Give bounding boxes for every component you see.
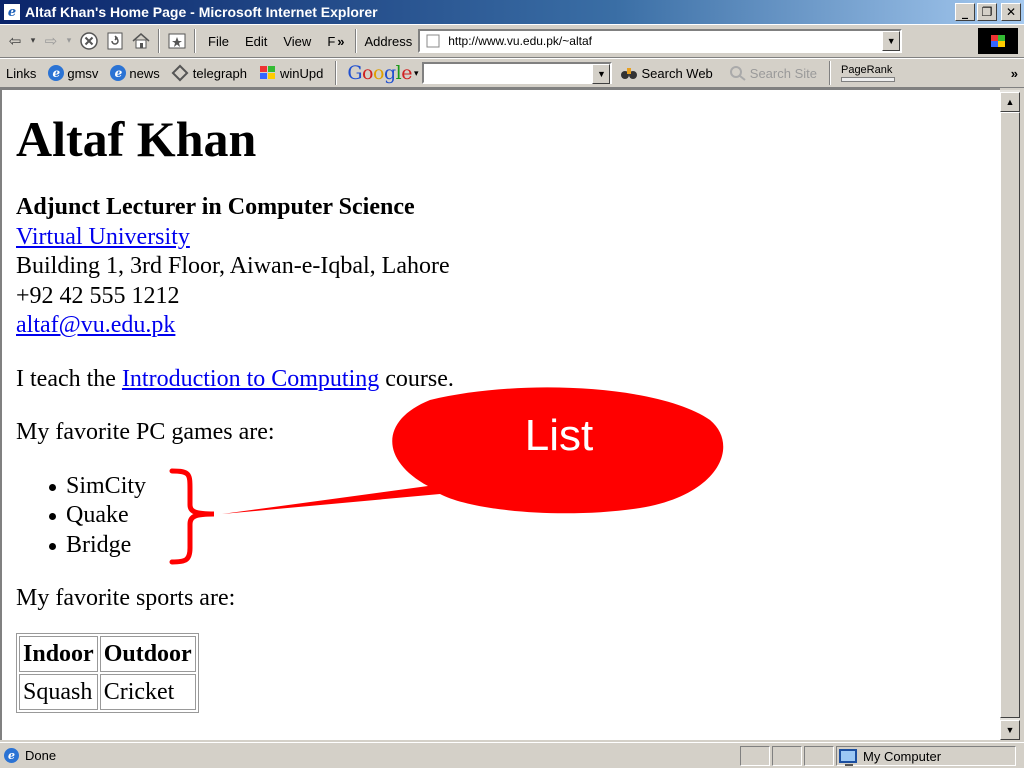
computer-icon — [839, 749, 857, 766]
caption-buttons: _ ❐ ✕ — [955, 3, 1021, 21]
forward-icon[interactable]: ⇨ — [40, 30, 62, 52]
scroll-down-icon[interactable]: ▼ — [1000, 720, 1020, 740]
binoculars-icon — [621, 68, 638, 79]
callout-label: List — [524, 411, 594, 460]
status-pane — [772, 746, 802, 766]
list-item: Quake — [48, 501, 454, 531]
status-text: Done — [25, 748, 57, 763]
status-pane — [740, 746, 770, 766]
course-link[interactable]: Introduction to Computing — [122, 366, 379, 392]
links-label: Links — [6, 65, 37, 81]
ie-link-icon: e — [48, 65, 65, 81]
pagerank-indicator[interactable]: PageRank — [840, 64, 895, 82]
toolbar-separator — [354, 29, 357, 53]
back-dropdown-icon[interactable]: ▾ — [26, 30, 40, 52]
table-header-cell: Indoor — [19, 635, 98, 672]
status-pane — [804, 746, 834, 766]
address-label: Address — [364, 33, 413, 49]
table-cell: Squash — [19, 673, 98, 710]
sports-table: Indoor Outdoor Squash Cricket — [16, 632, 199, 713]
google-menu-dropdown-icon[interactable]: ▾ — [414, 68, 419, 79]
web-page: Altaf Khan Adjunct Lecturer in Computer … — [16, 114, 454, 713]
search-web-label: Search Web — [641, 65, 713, 81]
address-bar[interactable]: http://www.vu.edu.pk/~altaf ▼ — [418, 29, 903, 53]
title-bar: e Altaf Khan's Home Page - Microsoft Int… — [0, 0, 1024, 24]
toolbar-separator — [828, 61, 831, 85]
status-bar: e Done My Computer — [0, 742, 1024, 768]
university-link[interactable]: Virtual University — [16, 224, 190, 250]
menu-overflow-chevron[interactable]: » — [337, 34, 344, 49]
diamond-icon — [171, 64, 189, 82]
links-overflow-chevron[interactable]: » — [1011, 66, 1018, 81]
home-icon[interactable] — [128, 30, 154, 52]
toolbar-separator — [194, 29, 196, 53]
link-news[interactable]: e news — [106, 65, 167, 81]
link-telegraph[interactable]: telegraph — [168, 64, 255, 82]
teach-prefix: I teach the — [16, 365, 122, 392]
page-heading: Altaf Khan — [16, 111, 257, 167]
address-dropdown-icon[interactable]: ▼ — [882, 31, 901, 51]
link-gmsv-label: gmsv — [67, 65, 99, 81]
stop-icon[interactable] — [76, 30, 102, 52]
status-area: e Done — [4, 748, 56, 763]
google-search-dropdown-icon[interactable]: ▼ — [592, 64, 611, 84]
link-winupd[interactable]: winUpd — [255, 65, 331, 81]
address-text: Building 1, 3rd Floor, Aiwan-e-Iqbal, La… — [16, 253, 450, 279]
scroll-up-icon[interactable]: ▲ — [1000, 92, 1020, 112]
minimize-button[interactable]: _ — [955, 3, 975, 21]
search-web-button[interactable]: Search Web — [612, 65, 720, 81]
forward-dropdown-icon[interactable]: ▾ — [62, 30, 76, 52]
games-intro: My favorite PC games are: — [16, 419, 275, 445]
window-title: Altaf Khan's Home Page - Microsoft Inter… — [25, 4, 378, 20]
link-telegraph-label: telegraph — [192, 65, 247, 81]
table-row: Squash Cricket — [19, 673, 196, 710]
refresh-icon[interactable] — [102, 30, 128, 52]
page-icon — [426, 34, 440, 48]
close-button[interactable]: ✕ — [1001, 3, 1021, 21]
table-header-cell: Outdoor — [99, 635, 196, 672]
search-site-button[interactable]: Search Site — [721, 65, 825, 81]
windows-logo-icon — [978, 28, 1018, 54]
links-toolbar: Links e gmsv e news telegraph winUpd Goo… — [0, 58, 1024, 88]
link-gmsv[interactable]: e gmsv — [44, 65, 106, 81]
zone-label: My Computer — [863, 748, 942, 764]
google-search-input[interactable]: ▼ — [422, 62, 613, 84]
favorites-icon[interactable] — [164, 30, 190, 52]
toolbar-separator — [158, 29, 160, 53]
menu-edit[interactable]: Edit — [237, 34, 275, 49]
windows-update-icon — [260, 66, 275, 79]
back-icon[interactable]: ⇦ — [4, 30, 26, 52]
table-cell: Cricket — [99, 673, 196, 710]
search-site-label: Search Site — [749, 65, 817, 81]
link-news-label: news — [129, 65, 160, 81]
menu-view[interactable]: View — [275, 34, 319, 49]
menu-file[interactable]: File — [200, 34, 237, 49]
pagerank-bar — [840, 77, 895, 82]
list-item: Bridge — [48, 531, 454, 561]
teach-sentence: I teach the Introduction to Computing co… — [16, 365, 454, 395]
phone-text: +92 42 555 1212 — [16, 282, 180, 309]
scroll-thumb[interactable] — [1000, 112, 1020, 718]
pagerank-label: PageRank — [840, 64, 893, 76]
table-header-row: Indoor Outdoor — [19, 635, 196, 672]
ie-status-icon: e — [4, 748, 19, 763]
security-zone: My Computer — [836, 746, 1016, 766]
toolbar-separator — [335, 61, 338, 85]
restore-button[interactable]: ❐ — [977, 3, 997, 21]
sports-intro: My favorite sports are: — [16, 585, 236, 611]
ie-link-icon: e — [110, 65, 127, 81]
address-url[interactable]: http://www.vu.edu.pk/~altaf — [448, 34, 592, 48]
menu-favorites[interactable]: F — [319, 34, 337, 49]
google-logo[interactable]: Google — [347, 62, 412, 84]
link-winupd-label: winUpd — [280, 65, 324, 81]
position-title: Adjunct Lecturer in Computer Science — [16, 194, 415, 220]
ie-app-icon[interactable]: e — [3, 3, 21, 21]
search-site-icon — [729, 66, 746, 81]
vertical-scrollbar[interactable]: ▲ ▼ — [1000, 90, 1020, 740]
standard-toolbar: ⇦ ▾ ⇨ ▾ File Edit View F » Address http:… — [0, 24, 1024, 58]
email-link[interactable]: altaf@vu.edu.pk — [16, 312, 175, 338]
